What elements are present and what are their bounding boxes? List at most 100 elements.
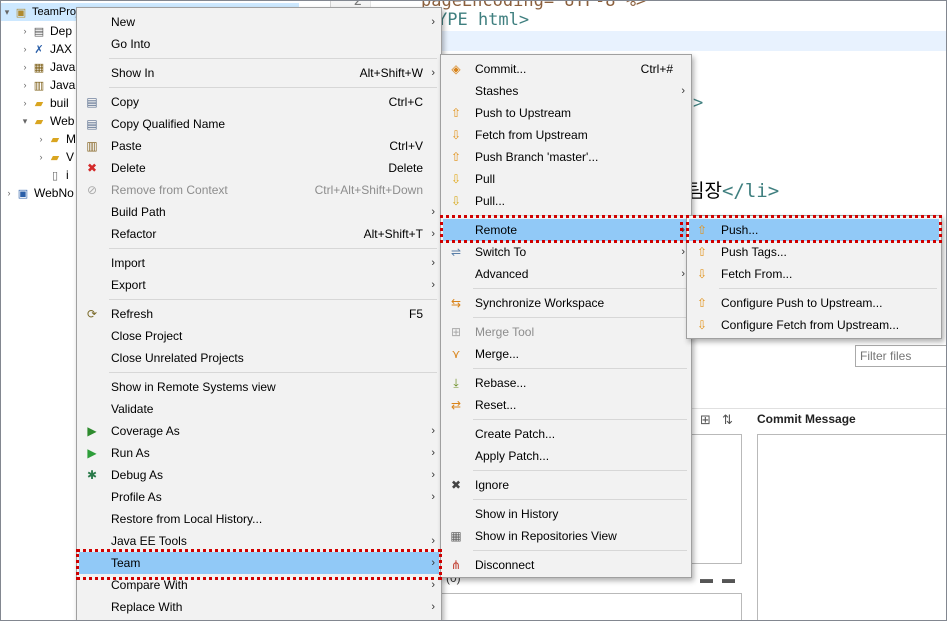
menu-item-label: Push Tags... [721, 245, 787, 259]
menu-item-show-in-remote-systems-view[interactable]: Show in Remote Systems view [79, 376, 439, 398]
expand-icon[interactable]: › [19, 98, 31, 108]
push-branch-icon: ⇧ [450, 150, 462, 164]
tree-item[interactable]: › ▤ Dep [19, 22, 73, 40]
fetch-upstream-icon: ⇩ [450, 128, 462, 142]
menu-item-ignore[interactable]: ✖ Ignore [443, 474, 689, 496]
menu-item-pull[interactable]: ⇩ Pull... [443, 190, 689, 212]
menu-item-merge-tool[interactable]: ⊞ Merge Tool [443, 321, 689, 343]
menu-item-configure-push-to-upstream[interactable]: ⇧ Configure Push to Upstream... [689, 292, 939, 314]
menu-separator [109, 372, 437, 373]
fetch-icon: ⇩ [696, 267, 708, 281]
menu-item-remove-from-context[interactable]: ⊘ Remove from Context Ctrl+Alt+Shift+Down [79, 179, 439, 201]
menu-item-rebase[interactable]: ⤓ Rebase... [443, 372, 689, 394]
menu-item-label: Close Unrelated Projects [111, 351, 244, 365]
tree-item[interactable]: ▾ ▰ Web [19, 112, 75, 130]
tree-item[interactable]: › ✗ JAX [19, 40, 73, 58]
collapse-icon[interactable]: ▾ [19, 116, 31, 127]
menu-item-new[interactable]: New › [79, 11, 439, 33]
menu-item-copy[interactable]: ▤ Copy Ctrl+C [79, 91, 439, 113]
menu-item-profile-as[interactable]: Profile As › [79, 486, 439, 508]
menu-item-switch-to[interactable]: ⇌ Switch To › [443, 241, 689, 263]
menu-item-delete[interactable]: ✖ Delete Delete [79, 157, 439, 179]
menu-item-fetch-from-upstream[interactable]: ⇩ Fetch from Upstream [443, 124, 689, 146]
menu-item-pull[interactable]: ⇩ Pull [443, 168, 689, 190]
menu-item-push-branch-master[interactable]: ⇧ Push Branch 'master'... [443, 146, 689, 168]
menu-item-reset[interactable]: ⇄ Reset... [443, 394, 689, 416]
tree-item[interactable]: › ▰ buil [19, 94, 69, 112]
menu-item-push[interactable]: ⇧ Push... [689, 219, 939, 241]
menu-item-refactor[interactable]: Refactor Alt+Shift+T › [79, 223, 439, 245]
menu-item-shortcut: Alt+Shift+T [363, 227, 423, 241]
expand-all-icon[interactable]: ⊞ [700, 412, 711, 428]
minimize-icon[interactable]: ▬ [722, 571, 735, 586]
staged-files-list[interactable] [440, 593, 742, 621]
tree-item[interactable]: › ▰ V [35, 148, 75, 166]
menu-item-team[interactable]: Team › [79, 552, 439, 574]
menu-item-paste[interactable]: ▥ Paste Ctrl+V [79, 135, 439, 157]
menu-item-show-in[interactable]: Show In Alt+Shift+W › [79, 62, 439, 84]
rebase-icon: ⤓ [453, 375, 459, 390]
menu-item-debug-as[interactable]: ✱ Debug As › [79, 464, 439, 486]
filter-files-input[interactable] [855, 345, 947, 367]
expand-icon[interactable]: › [19, 62, 31, 72]
menu-item-apply-patch[interactable]: Apply Patch... [443, 445, 689, 467]
menu-item-compare-with[interactable]: Compare With › [79, 574, 439, 596]
menu-item-disconnect[interactable]: ⋔ Disconnect [443, 554, 689, 576]
tree-item[interactable]: › ▰ M [35, 130, 77, 148]
commit-message-input[interactable] [757, 434, 947, 621]
menu-item-label: Push Branch 'master'... [475, 150, 599, 164]
pull-icon: ⇩ [450, 172, 462, 186]
menu-item-label: Show in Repositories View [475, 529, 617, 543]
menu-item-validate[interactable]: Validate [79, 398, 439, 420]
expand-icon[interactable]: › [35, 152, 47, 162]
menu-item-build-path[interactable]: Build Path › [79, 201, 439, 223]
expand-icon[interactable]: › [35, 134, 47, 144]
expand-icon[interactable]: › [3, 188, 15, 198]
menu-item-show-in-history[interactable]: Show in History [443, 503, 689, 525]
menu-item-copy-qualified-name[interactable]: ▤ Copy Qualified Name [79, 113, 439, 135]
menu-item-stashes[interactable]: Stashes › [443, 80, 689, 102]
menu-item-run-as[interactable]: ▶ Run As › [79, 442, 439, 464]
menu-item-label: Fetch From... [721, 267, 793, 281]
submenu-arrow-icon: › [431, 279, 435, 291]
minimize-icon[interactable]: ▬ [700, 571, 713, 586]
menu-item-push-to-upstream[interactable]: ⇧ Push to Upstream [443, 102, 689, 124]
menu-item-remote[interactable]: Remote › [443, 219, 689, 241]
menu-separator [473, 288, 687, 289]
menu-item-replace-with[interactable]: Replace With › [79, 596, 439, 618]
expand-icon[interactable]: › [19, 26, 31, 36]
sort-icon[interactable]: ⇅ [722, 412, 733, 428]
menu-item-refresh[interactable]: ⟳ Refresh F5 [79, 303, 439, 325]
code-line: YPE html> [437, 10, 530, 30]
menu-item-import[interactable]: Import › [79, 252, 439, 274]
menu-item-label: Merge Tool [475, 325, 535, 339]
menu-item-show-in-repositories-view[interactable]: ▦ Show in Repositories View [443, 525, 689, 547]
menu-item-push-tags[interactable]: ⇧ Push Tags... [689, 241, 939, 263]
menu-item-commit[interactable]: ◈ Commit... Ctrl+# [443, 58, 689, 80]
team-submenu: ◈ Commit... Ctrl+# Stashes › ⇧ Push to Upstrea… [440, 54, 692, 578]
expand-icon[interactable]: › [19, 44, 31, 54]
menu-item-close-unrelated-projects[interactable]: Close Unrelated Projects [79, 347, 439, 369]
menu-item-merge[interactable]: ⋎ Merge... [443, 343, 689, 365]
tree-item[interactable]: ▯ i [47, 166, 69, 184]
menu-item-synchronize-workspace[interactable]: ⇆ Synchronize Workspace [443, 292, 689, 314]
menu-item-advanced[interactable]: Advanced › [443, 263, 689, 285]
menu-item-configure-fetch-from-upstream[interactable]: ⇩ Configure Fetch from Upstream... [689, 314, 939, 336]
folder-icon: ▰ [34, 115, 44, 128]
menu-item-label: Show in Remote Systems view [111, 380, 276, 394]
menu-item-restore-from-local-history[interactable]: Restore from Local History... [79, 508, 439, 530]
menu-item-close-project[interactable]: Close Project [79, 325, 439, 347]
menu-item-fetch-from[interactable]: ⇩ Fetch From... [689, 263, 939, 285]
tree-item[interactable]: › ▥ Java [19, 76, 76, 94]
menu-item-coverage-as[interactable]: ▶ Coverage As › [79, 420, 439, 442]
menu-item-go-into[interactable]: Go Into [79, 33, 439, 55]
menu-item-java-ee-tools[interactable]: Java EE Tools › [79, 530, 439, 552]
tree-item-label: Java [50, 60, 76, 74]
menu-item-create-patch[interactable]: Create Patch... [443, 423, 689, 445]
tree-item[interactable]: › ▣ WebNo [3, 184, 74, 202]
collapse-icon[interactable]: ▾ [1, 7, 13, 18]
menu-item-label: Validate [111, 402, 154, 416]
expand-icon[interactable]: › [19, 80, 31, 90]
tree-item[interactable]: › ▦ Java [19, 58, 76, 76]
menu-item-export[interactable]: Export › [79, 274, 439, 296]
